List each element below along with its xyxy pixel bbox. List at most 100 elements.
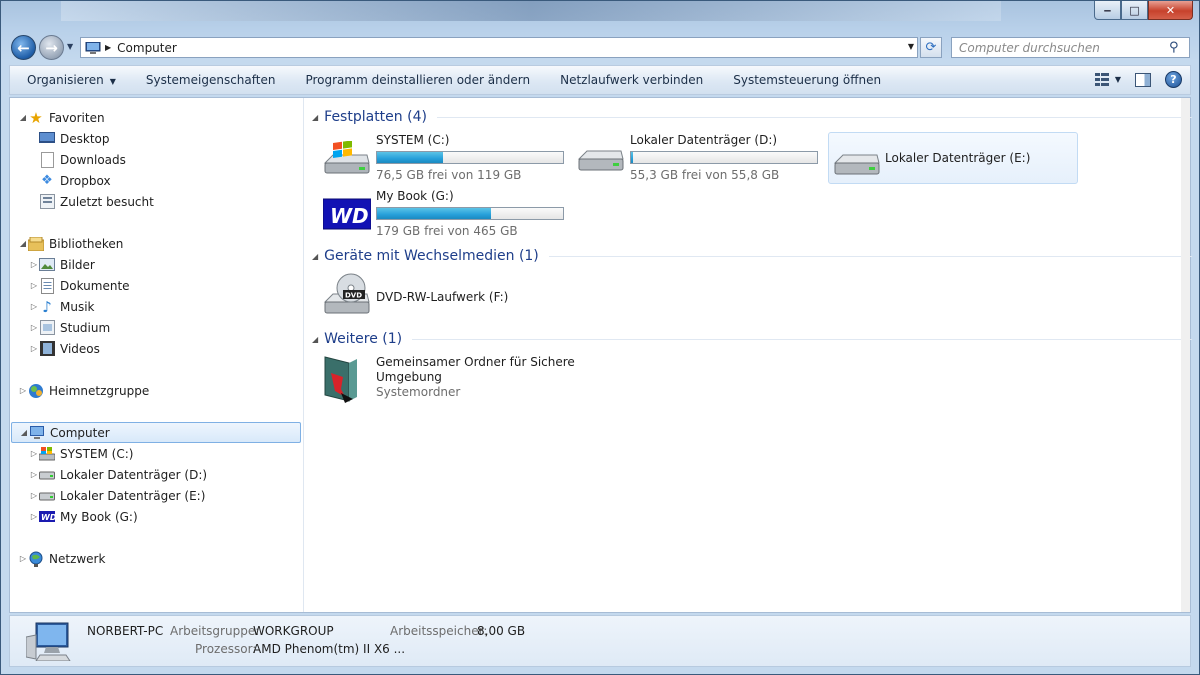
drive-item-g[interactable]: WD My Book (G:) 179 GB frei von 465 GB bbox=[323, 189, 573, 241]
nav-favorites[interactable]: ◢ ★ Favoriten bbox=[18, 107, 105, 128]
folder-name-line-2: Umgebung bbox=[376, 370, 442, 384]
hard-drive-icon bbox=[577, 150, 624, 171]
address-bar[interactable]: ▶ Computer ▼ bbox=[80, 37, 918, 58]
nav-item-drive-d[interactable]: ▷ Lokaler Datenträger (D:) bbox=[29, 464, 207, 485]
recent-places-icon bbox=[39, 194, 55, 210]
workgroup-label: Arbeitsgruppe: bbox=[170, 624, 260, 638]
collapsed-arrow-icon[interactable]: ▷ bbox=[29, 344, 39, 353]
drive-name: My Book (G:) bbox=[376, 189, 454, 203]
dvd-drive-icon: DVD bbox=[323, 273, 370, 314]
nav-item-music[interactable]: ▷ ♪ Musik bbox=[29, 296, 95, 317]
collapsed-arrow-icon[interactable]: ▷ bbox=[29, 491, 39, 500]
collapsed-arrow-icon[interactable]: ▷ bbox=[29, 470, 39, 479]
title-bar[interactable]: ‒ □ ✕ bbox=[1, 1, 1199, 31]
search-input[interactable]: Computer durchsuchen ⚲ bbox=[951, 37, 1190, 58]
group-collapse-arrow-icon[interactable]: ◢ bbox=[312, 113, 318, 122]
folder-name-line-1: Gemeinsamer Ordner für Sichere bbox=[376, 355, 575, 369]
refresh-button[interactable]: ⟳ bbox=[920, 37, 942, 58]
organize-button[interactable]: Organisieren ▼ bbox=[10, 73, 131, 87]
group-header-removable[interactable]: ◢ Geräte mit Wechselmedien (1) bbox=[312, 246, 1192, 266]
wd-drive-icon: WD bbox=[323, 198, 371, 230]
collapsed-arrow-icon[interactable]: ▷ bbox=[18, 386, 28, 395]
nav-item-dropbox[interactable]: ❖ Dropbox bbox=[39, 170, 110, 191]
chevron-down-icon: ▼ bbox=[109, 77, 116, 86]
nav-item-studium[interactable]: ▷ Studium bbox=[29, 317, 110, 338]
view-options-dropdown-icon[interactable]: ▼ bbox=[1115, 75, 1121, 84]
change-view-icon[interactable] bbox=[1094, 72, 1109, 87]
drive-item-d[interactable]: Lokaler Datenträger (D:) 55,3 GB frei vo… bbox=[577, 133, 827, 185]
close-button[interactable]: ✕ bbox=[1148, 1, 1193, 20]
nav-item-label: Zuletzt besucht bbox=[60, 194, 154, 209]
nav-item-label: Lokaler Datenträger (D:) bbox=[60, 467, 208, 482]
music-note-icon: ♪ bbox=[42, 297, 52, 316]
system-properties-button[interactable]: Systemeigenschaften bbox=[131, 73, 291, 87]
nav-network[interactable]: ▷ Netzwerk bbox=[18, 548, 105, 569]
group-collapse-arrow-icon[interactable]: ◢ bbox=[312, 252, 318, 261]
help-button[interactable]: ? bbox=[1165, 71, 1182, 88]
group-title: Festplatten (4) bbox=[324, 109, 427, 125]
nav-item-drive-g[interactable]: ▷ WD My Book (G:) bbox=[29, 506, 138, 527]
recent-pages-dropdown[interactable]: ▼ bbox=[67, 42, 73, 51]
nav-item-desktop[interactable]: Desktop bbox=[39, 128, 110, 149]
nav-item-label: Bilder bbox=[60, 257, 95, 272]
content-area: ◢ ★ Favoriten Desktop Downloads ❖ Dropbo… bbox=[9, 97, 1192, 613]
uninstall-program-button[interactable]: Programm deinstallieren oder ändern bbox=[290, 73, 545, 87]
drive-item-c[interactable]: SYSTEM (C:) 76,5 GB frei von 119 GB bbox=[323, 133, 573, 185]
arrow-right-icon: → bbox=[45, 38, 58, 57]
forward-button[interactable]: → bbox=[39, 35, 64, 60]
command-bar-right: ▼ ? bbox=[1094, 71, 1182, 88]
expanded-arrow-icon[interactable]: ◢ bbox=[18, 239, 28, 248]
drive-item-f[interactable]: DVD DVD-RW-Laufwerk (F:) bbox=[323, 272, 573, 324]
group-header-hard-disks[interactable]: ◢ Festplatten (4) bbox=[312, 107, 1192, 127]
preview-pane-icon[interactable] bbox=[1135, 72, 1151, 87]
collapsed-arrow-icon[interactable]: ▷ bbox=[29, 323, 39, 332]
command-bar: Organisieren ▼ Systemeigenschaften Progra… bbox=[9, 65, 1191, 95]
drive-usage-fill bbox=[631, 152, 633, 163]
collapsed-arrow-icon[interactable]: ▷ bbox=[29, 449, 39, 458]
expanded-arrow-icon[interactable]: ◢ bbox=[18, 113, 28, 122]
navigation-pane[interactable]: ◢ ★ Favoriten Desktop Downloads ❖ Dropbo… bbox=[10, 98, 304, 612]
drive-name: Lokaler Datenträger (D:) bbox=[630, 133, 778, 147]
drive-usage-fill bbox=[377, 208, 492, 219]
library-folder-icon bbox=[39, 320, 55, 336]
breadcrumb-computer[interactable]: Computer bbox=[117, 41, 177, 55]
drive-item-e[interactable]: Lokaler Datenträger (E:) bbox=[828, 132, 1078, 184]
collapsed-arrow-icon[interactable]: ▷ bbox=[18, 554, 28, 563]
drive-free-space: 179 GB frei von 465 GB bbox=[376, 224, 518, 238]
nav-libraries[interactable]: ◢ Bibliotheken bbox=[18, 233, 123, 254]
maximize-button[interactable]: □ bbox=[1121, 1, 1148, 20]
nav-item-videos[interactable]: ▷ Videos bbox=[29, 338, 100, 359]
breadcrumb-chevron-icon[interactable]: ▶ bbox=[105, 43, 111, 52]
open-control-panel-button[interactable]: Systemsteuerung öffnen bbox=[718, 73, 896, 87]
nav-item-label: Musik bbox=[60, 299, 95, 314]
address-dropdown-icon[interactable]: ▼ bbox=[908, 42, 914, 51]
computer-icon bbox=[85, 41, 101, 54]
collapsed-arrow-icon[interactable]: ▷ bbox=[29, 260, 39, 269]
title-bar-glass bbox=[61, 1, 1001, 21]
group-header-other[interactable]: ◢ Weitere (1) bbox=[312, 329, 1192, 349]
memory-label: Arbeitsspeicher: bbox=[390, 624, 488, 638]
expanded-arrow-icon[interactable]: ◢ bbox=[19, 428, 29, 437]
drive-usage-bar bbox=[630, 151, 818, 164]
collapsed-arrow-icon[interactable]: ▷ bbox=[29, 512, 39, 521]
nav-item-downloads[interactable]: Downloads bbox=[39, 149, 126, 170]
nav-computer[interactable]: ◢ Computer bbox=[11, 422, 301, 443]
nav-item-drive-c[interactable]: ▷ SYSTEM (C:) bbox=[29, 443, 133, 464]
search-icon[interactable]: ⚲ bbox=[1169, 40, 1185, 55]
minimize-button[interactable]: ‒ bbox=[1094, 1, 1121, 20]
scrollbar[interactable] bbox=[1181, 98, 1190, 612]
nav-item-documents[interactable]: ▷ Dokumente bbox=[29, 275, 130, 296]
collapsed-arrow-icon[interactable]: ▷ bbox=[29, 302, 39, 311]
map-network-drive-button[interactable]: Netzlaufwerk verbinden bbox=[545, 73, 718, 87]
nav-item-pictures[interactable]: ▷ Bilder bbox=[29, 254, 95, 275]
nav-homegroup[interactable]: ▷ Heimnetzgruppe bbox=[18, 380, 149, 401]
folder-item-safe-environment[interactable]: Gemeinsamer Ordner für Sichere Umgebung … bbox=[323, 355, 623, 407]
nav-item-label: Dokumente bbox=[60, 278, 130, 293]
back-button[interactable]: ← bbox=[11, 35, 36, 60]
nav-item-drive-e[interactable]: ▷ Lokaler Datenträger (E:) bbox=[29, 485, 205, 506]
search-placeholder: Computer durchsuchen bbox=[959, 40, 1100, 55]
group-collapse-arrow-icon[interactable]: ◢ bbox=[312, 335, 318, 344]
nav-item-recent[interactable]: Zuletzt besucht bbox=[39, 191, 154, 212]
collapsed-arrow-icon[interactable]: ▷ bbox=[29, 281, 39, 290]
nav-network-label: Netzwerk bbox=[49, 551, 106, 566]
